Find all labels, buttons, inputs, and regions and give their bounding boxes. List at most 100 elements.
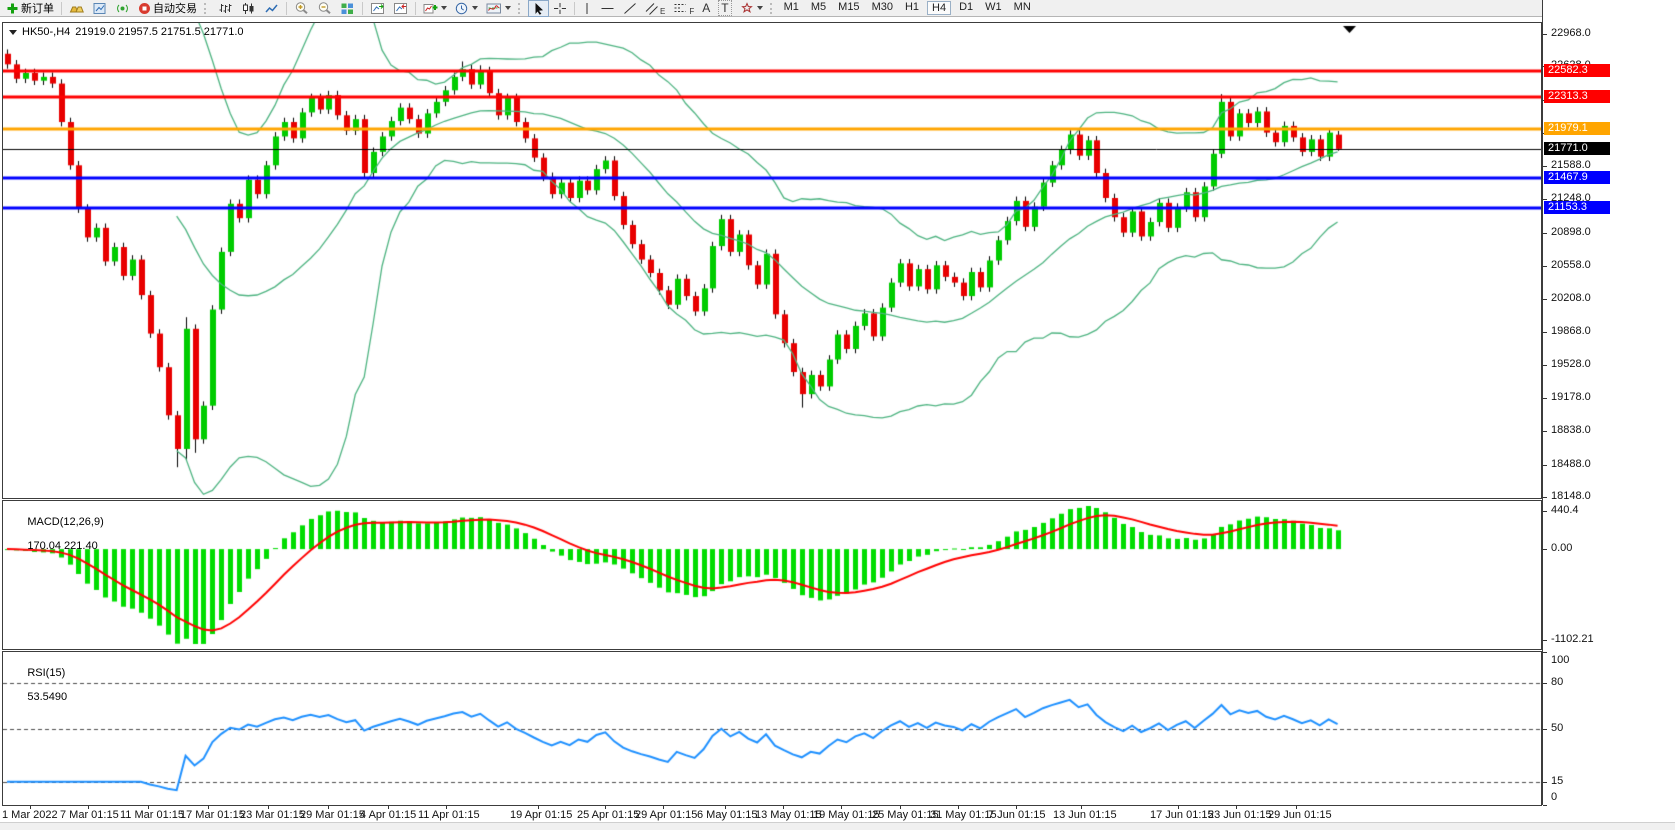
price-tick-label: 18488.0 <box>1551 458 1591 470</box>
channel-tool-button[interactable]: E <box>641 0 669 17</box>
tile-windows-icon <box>340 2 355 15</box>
cursor-button[interactable] <box>528 0 549 17</box>
autotrade-button[interactable]: 自动交易 <box>134 0 201 17</box>
price-tick-mark <box>1543 34 1547 35</box>
separator <box>61 2 62 15</box>
autotrade-label: 自动交易 <box>153 0 197 16</box>
line-chart-button[interactable] <box>260 0 283 17</box>
label-tool-button[interactable]: T <box>714 0 735 17</box>
price-tick-label: 21588.0 <box>1551 159 1591 171</box>
price-level-badge: 22582.3 <box>1544 64 1610 77</box>
arrows-tool-button[interactable] <box>736 0 767 17</box>
chevron-down-icon <box>441 6 447 10</box>
macd-axis-label: -1102.21 <box>1551 633 1594 645</box>
trendline-tool-button[interactable] <box>619 0 641 17</box>
macd-label: MACD(12,26,9) 170.04 221.40 <box>9 504 104 564</box>
trendline-icon <box>623 2 637 15</box>
timeframe-m5[interactable]: M5 <box>807 1 830 15</box>
timeframe-d1[interactable]: D1 <box>955 1 977 15</box>
zoom-out-icon <box>317 1 332 15</box>
timeframe-m15[interactable]: M15 <box>834 1 863 15</box>
zoom-in-button[interactable] <box>290 0 313 17</box>
main-chart-canvas[interactable] <box>3 23 1541 498</box>
chart-shift-button[interactable] <box>389 0 412 17</box>
chart-area: HK50-,H4 21919.0 21957.5 21751.5 21771.0… <box>0 17 1675 822</box>
vertical-line-tool-button[interactable] <box>578 0 596 17</box>
chart-shift-icon <box>393 2 408 15</box>
timeframe-h4[interactable]: H4 <box>927 1 951 15</box>
add-indicator-button[interactable] <box>419 0 451 17</box>
time-axis-label: 4 Apr 01:15 <box>360 809 416 821</box>
price-tick-mark <box>1543 332 1547 333</box>
price-tick-mark <box>1543 199 1547 200</box>
candlestick-chart-button[interactable] <box>237 0 260 17</box>
timeframe-m1[interactable]: M1 <box>780 1 803 15</box>
time-tick-mark <box>1178 806 1179 809</box>
rsi-tick-mark <box>1543 805 1547 806</box>
chart-ohlc-values: 21919.0 21957.5 21751.5 21771.0 <box>75 26 243 38</box>
data-window-button[interactable] <box>88 0 111 17</box>
time-tick-mark <box>1296 806 1297 809</box>
timeframe-m30[interactable]: M30 <box>868 1 897 15</box>
template-button[interactable] <box>482 0 515 17</box>
macd-tick-mark <box>1543 640 1547 641</box>
rsi-value: 53.5490 <box>27 691 67 703</box>
time-axis[interactable]: 1 Mar 20227 Mar 01:1511 Mar 01:1517 Mar … <box>0 806 1542 822</box>
macd-name: MACD(12,26,9) <box>27 516 103 528</box>
timeframe-mn[interactable]: MN <box>1010 1 1035 15</box>
market-depth-button[interactable] <box>65 0 88 17</box>
price-tick-mark <box>1543 465 1547 466</box>
rsi-axis-label: 80 <box>1551 676 1563 688</box>
rsi-canvas[interactable] <box>3 652 1541 805</box>
horizontal-line-tool-button[interactable] <box>596 0 619 17</box>
auto-scroll-icon <box>370 2 385 15</box>
time-axis-label: 29 Apr 01:15 <box>635 809 697 821</box>
time-axis-label: 7 Jun 01:15 <box>988 809 1046 821</box>
price-tick-label: 19528.0 <box>1551 358 1591 370</box>
price-axis[interactable]: 22968.022628.022278.021938.021588.021248… <box>1542 0 1675 805</box>
price-tick-label: 19178.0 <box>1551 391 1591 403</box>
symbol-dropdown-icon[interactable] <box>9 30 17 35</box>
chart-title: HK50-,H4 21919.0 21957.5 21751.5 21771.0 <box>9 26 244 38</box>
tile-windows-button[interactable] <box>336 0 359 17</box>
time-tick-mark <box>208 806 209 809</box>
price-level-badge: 21153.3 <box>1544 201 1610 214</box>
rsi-panel: RSI(15) 53.5490 <box>2 651 1542 806</box>
price-tick-label: 20558.0 <box>1551 259 1591 271</box>
zoom-out-button[interactable] <box>313 0 336 17</box>
crosshair-button[interactable] <box>549 0 571 17</box>
macd-canvas[interactable] <box>3 501 1541 649</box>
time-tick-mark <box>538 806 539 809</box>
auto-scroll-button[interactable] <box>366 0 389 17</box>
toolbar-drag-handle <box>204 3 211 14</box>
macd-axis-label: 0.00 <box>1551 542 1572 554</box>
time-tick-mark <box>1081 806 1082 809</box>
price-tick-mark <box>1543 365 1547 366</box>
time-tick-mark <box>1016 806 1017 809</box>
text-tool-button[interactable]: A <box>698 0 714 17</box>
new-order-plus-icon <box>6 2 19 15</box>
macd-tick-mark <box>1543 549 1547 550</box>
price-level-badge: 21467.9 <box>1544 171 1610 184</box>
time-tick-mark <box>88 806 89 809</box>
rsi-name: RSI(15) <box>27 667 65 679</box>
timeframe-h1[interactable]: H1 <box>901 1 923 15</box>
time-axis-label: 29 Mar 01:15 <box>300 809 365 821</box>
channel-sub-label: E <box>660 7 665 16</box>
macd-axis-label: 440.4 <box>1551 504 1579 516</box>
separator <box>574 2 575 15</box>
signal-icon <box>115 2 130 15</box>
horizontal-line-icon <box>600 2 615 15</box>
bar-chart-button[interactable] <box>214 0 237 17</box>
period-button[interactable] <box>451 0 482 17</box>
fibonacci-sub-label: F <box>689 7 694 16</box>
time-tick-mark <box>328 806 329 809</box>
label-tool-label: T <box>718 0 731 16</box>
vertical-line-icon <box>582 2 592 15</box>
timeframe-w1[interactable]: W1 <box>981 1 1006 15</box>
signals-button[interactable] <box>111 0 134 17</box>
time-axis-label: 25 May 01:15 <box>872 809 939 821</box>
template-icon <box>486 2 502 15</box>
new-order-button[interactable]: 新订单 <box>2 0 58 17</box>
fibonacci-tool-button[interactable]: F <box>669 0 698 17</box>
